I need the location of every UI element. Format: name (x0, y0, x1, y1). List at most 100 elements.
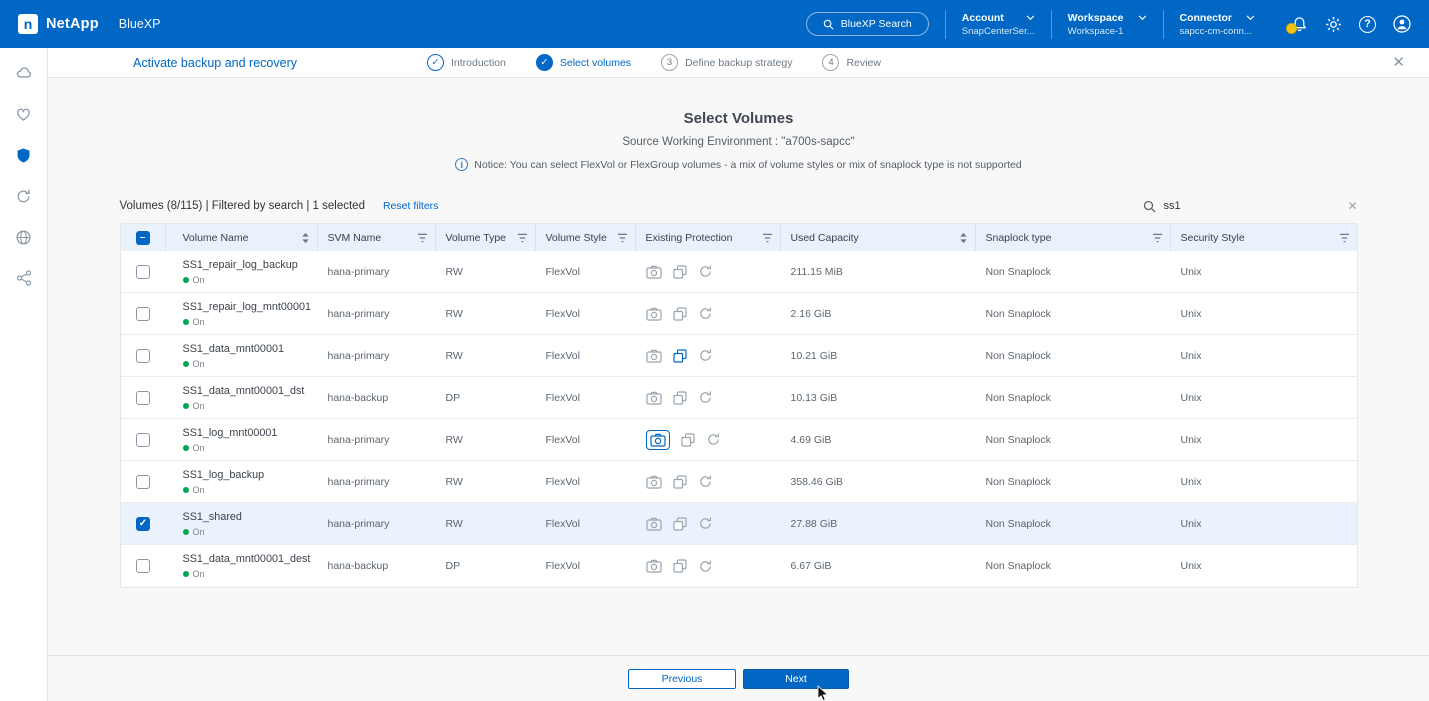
check-icon: ✓ (427, 54, 444, 71)
replication-copy-icon (673, 475, 687, 489)
help-icon[interactable]: ? (1359, 16, 1376, 33)
volume-status: On (183, 485, 318, 495)
source-environment: Source Working Environment : "a700s-sapc… (48, 136, 1429, 148)
table-row[interactable]: SS1_repair_log_backup On hana-primary RW… (121, 251, 1357, 293)
table-row[interactable]: SS1_log_mnt00001 On hana-primary RW Flex… (121, 419, 1357, 461)
volume-status: On (183, 527, 318, 537)
settings-gear-icon[interactable] (1325, 16, 1342, 33)
bluexp-search[interactable]: BlueXP Search (806, 12, 929, 36)
sort-icon[interactable] (301, 232, 310, 244)
reset-filters-link[interactable]: Reset filters (383, 200, 438, 212)
table-row[interactable]: SS1_log_backup On hana-primary RW FlexVo… (121, 461, 1357, 503)
svm-name: hana-primary (318, 350, 436, 362)
table-row[interactable]: SS1_data_mnt00001_dest On hana-backup DP… (121, 545, 1357, 587)
row-checkbox[interactable] (136, 517, 150, 531)
snaplock-type: Non Snaplock (976, 476, 1171, 488)
col-volume-name[interactable]: Volume Name (166, 224, 318, 251)
volume-name: SS1_data_mnt00001_dst (183, 385, 318, 397)
close-icon[interactable]: ✕ (1392, 55, 1405, 70)
filter-icon[interactable] (617, 233, 628, 243)
status-label: On (193, 527, 205, 537)
sidebar-item-governance[interactable] (11, 224, 37, 250)
chevron-down-icon (1246, 15, 1255, 21)
sidebar-item-protection[interactable] (11, 142, 37, 168)
replication-copy-icon (673, 517, 687, 531)
used-capacity: 10.21 GiB (781, 350, 976, 362)
notification-badge (1286, 23, 1297, 34)
table-row[interactable]: SS1_data_mnt00001_dst On hana-backup DP … (121, 377, 1357, 419)
next-button[interactable]: Next (743, 669, 849, 689)
notice-line: i Notice: You can select FlexVol or Flex… (48, 158, 1429, 171)
status-label: On (193, 401, 205, 411)
filter-icon[interactable] (1339, 233, 1350, 243)
row-checkbox[interactable] (136, 265, 150, 279)
filter-icon[interactable] (762, 233, 773, 243)
snapshot-camera-icon (646, 475, 662, 489)
connector-label: Connector (1180, 12, 1233, 24)
snaplock-type: Non Snaplock (976, 308, 1171, 320)
step-review[interactable]: 4 Review (822, 54, 880, 71)
status-label: On (193, 359, 205, 369)
account-menu[interactable]: Account SnapCenterSer... (945, 10, 1051, 39)
status-dot (183, 529, 189, 535)
row-checkbox[interactable] (136, 349, 150, 363)
col-volume-type[interactable]: Volume Type (436, 224, 536, 251)
svm-name: hana-backup (318, 392, 436, 404)
volume-name: SS1_repair_log_mnt00001 (183, 301, 318, 313)
replication-copy-icon (673, 349, 687, 363)
select-all-checkbox[interactable] (121, 224, 166, 251)
existing-protection (636, 430, 781, 450)
svm-name: hana-primary (318, 476, 436, 488)
workspace-menu[interactable]: Workspace Workspace-1 (1051, 10, 1163, 39)
step-select-volumes[interactable]: ✓ Select volumes (536, 54, 631, 71)
step-define-backup-strategy[interactable]: 3 Define backup strategy (661, 54, 792, 71)
left-sidebar (0, 48, 48, 701)
svm-name: hana-primary (318, 518, 436, 530)
notifications-bell-icon[interactable] (1291, 16, 1308, 33)
security-style: Unix (1171, 392, 1357, 404)
col-volume-style[interactable]: Volume Style (536, 224, 636, 251)
connector-menu[interactable]: Connector sapcc-cm-conn... (1163, 10, 1272, 39)
col-used-capacity[interactable]: Used Capacity (781, 224, 976, 251)
table-search-input[interactable] (1164, 200, 1340, 212)
volume-name: SS1_data_mnt00001_dest (183, 553, 318, 565)
col-svm-name[interactable]: SVM Name (318, 224, 436, 251)
sidebar-item-storage[interactable] (11, 60, 37, 86)
row-checkbox[interactable] (136, 307, 150, 321)
status-dot (183, 403, 189, 409)
snapshot-camera-icon (646, 391, 662, 405)
security-style: Unix (1171, 350, 1357, 362)
volume-name: SS1_data_mnt00001 (183, 343, 318, 355)
snapshot-camera-icon (646, 517, 662, 531)
table-row[interactable]: SS1_repair_log_mnt00001 On hana-primary … (121, 293, 1357, 335)
table-row[interactable]: SS1_data_mnt00001 On hana-primary RW Fle… (121, 335, 1357, 377)
clear-search-icon[interactable]: ✕ (1347, 199, 1357, 213)
sort-icon[interactable] (959, 232, 968, 244)
sidebar-item-extend[interactable] (11, 265, 37, 291)
step-introduction[interactable]: ✓ Introduction (427, 54, 506, 71)
sidebar-item-health[interactable] (11, 101, 37, 127)
table-row[interactable]: SS1_shared On hana-primary RW FlexVol 27… (121, 503, 1357, 545)
replication-copy-icon (681, 433, 695, 447)
netapp-logo: n (18, 14, 38, 34)
col-security-style[interactable]: Security Style (1171, 224, 1357, 251)
backup-restore-icon (706, 432, 721, 447)
security-style: Unix (1171, 308, 1357, 320)
snapshot-camera-icon (646, 559, 662, 573)
previous-button[interactable]: Previous (628, 669, 736, 689)
row-checkbox[interactable] (136, 433, 150, 447)
row-checkbox[interactable] (136, 559, 150, 573)
row-checkbox[interactable] (136, 391, 150, 405)
col-existing-protection[interactable]: Existing Protection (636, 224, 781, 251)
workspace-label: Workspace (1068, 12, 1124, 24)
user-avatar[interactable] (1393, 15, 1411, 33)
filter-icon[interactable] (417, 233, 428, 243)
existing-protection (636, 390, 781, 405)
col-snaplock-type[interactable]: Snaplock type (976, 224, 1171, 251)
row-checkbox[interactable] (136, 475, 150, 489)
filter-icon[interactable] (517, 233, 528, 243)
sidebar-item-mobility[interactable] (11, 183, 37, 209)
shield-icon (15, 147, 32, 164)
filter-icon[interactable] (1152, 233, 1163, 243)
volume-status: On (183, 401, 318, 411)
